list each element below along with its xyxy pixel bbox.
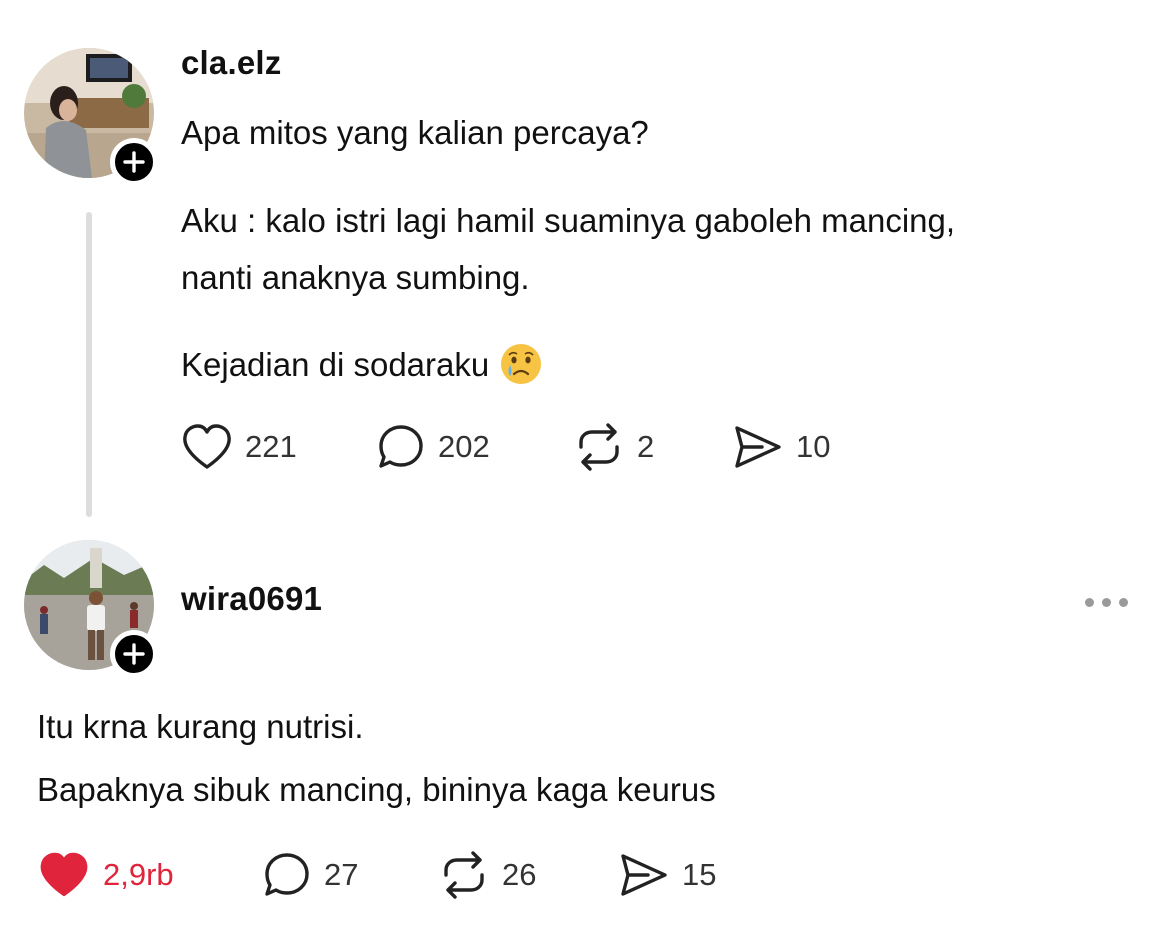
post-text-last-line: Kejadian di sodaraku: [181, 337, 543, 393]
post-text-line: Apa mitos yang kalian percaya?: [181, 114, 649, 151]
share-icon: [735, 426, 781, 468]
reply-follow-button[interactable]: [110, 630, 158, 678]
repost-icon: [579, 423, 619, 471]
post-text-line: Kejadian di sodaraku: [181, 346, 490, 383]
reply-username[interactable]: wira0691: [181, 580, 322, 618]
post-username[interactable]: cla.elz: [181, 44, 281, 82]
crying-face-icon: [501, 344, 542, 385]
share-icon: [621, 854, 667, 896]
reply-comment-button[interactable]: 27: [262, 850, 358, 900]
post-text-line: Aku : kalo istri lagi hamil suaminya gab…: [181, 202, 956, 239]
post-repost-button[interactable]: 2: [573, 422, 654, 472]
post-text-line: nanti anaknya sumbing.: [181, 259, 530, 296]
repost-icon: [444, 851, 484, 899]
post-comment-count: 202: [438, 429, 490, 464]
heart-icon: [40, 852, 88, 897]
reply-text-line: Itu krna kurang nutrisi.: [37, 708, 364, 745]
post-comment-button[interactable]: 202: [376, 422, 490, 472]
plus-icon: [123, 151, 145, 173]
thread-line: [86, 212, 92, 517]
post-share-count: 10: [796, 429, 831, 464]
reply-text-line: Bapaknya sibuk mancing, bininya kaga keu…: [37, 771, 716, 808]
post-like-button[interactable]: 221: [181, 422, 297, 472]
post-like-count: 221: [245, 429, 297, 464]
reply-share-count: 15: [682, 857, 717, 892]
reply-share-button[interactable]: 15: [618, 850, 716, 900]
reply-repost-count: 26: [502, 857, 537, 892]
reply-like-button[interactable]: 2,9rb: [37, 850, 174, 900]
plus-icon: [123, 643, 145, 665]
heart-icon: [183, 424, 231, 469]
reply-repost-button[interactable]: 26: [438, 850, 536, 900]
more-icon[interactable]: [1085, 598, 1128, 607]
more-dot: [1085, 598, 1094, 607]
more-dot: [1102, 598, 1111, 607]
post-share-button[interactable]: 10: [732, 422, 830, 472]
reply-like-count: 2,9rb: [103, 857, 174, 892]
post-follow-button[interactable]: [110, 138, 158, 186]
reply-comment-count: 27: [324, 857, 359, 892]
post-repost-count: 2: [637, 429, 655, 464]
comment-icon: [379, 425, 423, 468]
more-dot: [1119, 598, 1128, 607]
comment-icon: [265, 853, 309, 896]
